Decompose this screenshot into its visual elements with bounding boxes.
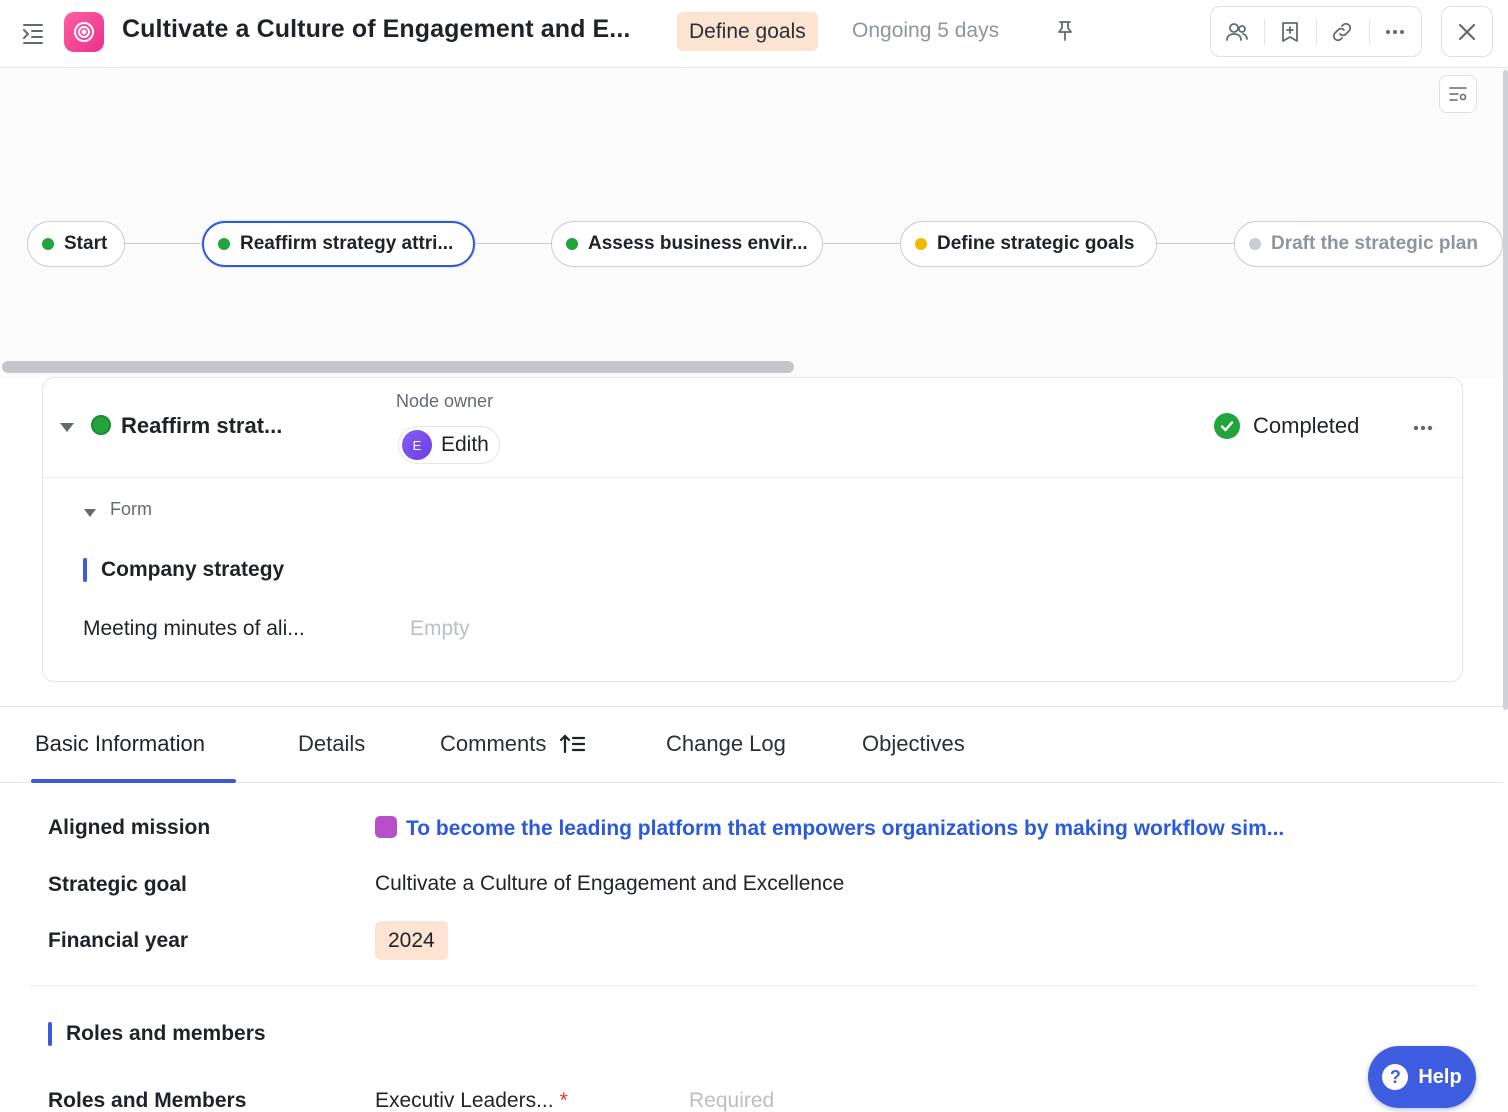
section-accent-bar [48, 1022, 52, 1046]
status-duration: Ongoing 5 days [852, 19, 1000, 42]
flow-settings-button[interactable] [1439, 75, 1477, 113]
flow-connector [1157, 243, 1235, 244]
avatar: E [402, 430, 432, 460]
flow-connector [474, 243, 552, 244]
flow-node-label: Assess business envir... [588, 233, 808, 254]
sort-icon[interactable] [560, 733, 586, 755]
status-dot [42, 238, 54, 250]
financial-year-chip: 2024 [375, 921, 448, 960]
node-detail-card: Reaffirm strat... Node owner E Edith Com… [42, 377, 1463, 682]
field-value-meeting-minutes[interactable]: Empty [410, 617, 470, 641]
help-button[interactable]: ? Help [1368, 1046, 1476, 1108]
divider [28, 985, 1477, 986]
flow-node-label: Define strategic goals [937, 233, 1135, 254]
pin-icon[interactable] [1053, 19, 1077, 43]
bookmark-add-icon[interactable] [1263, 7, 1317, 56]
aligned-mission-link[interactable]: To become the leading platform that empo… [406, 817, 1284, 840]
close-icon [1458, 23, 1476, 40]
role-members-input[interactable]: Required [689, 1089, 774, 1112]
role-executive-leaders: Executiv Leaders... * [375, 1089, 568, 1112]
form-caret-icon[interactable] [83, 505, 97, 517]
node-owner-label: Node owner [396, 391, 494, 411]
tab-comments[interactable]: Comments [440, 731, 586, 757]
roles-and-members-label: Roles and Members [48, 1089, 247, 1112]
form-label[interactable]: Form [110, 499, 152, 520]
status-dot [218, 238, 230, 250]
workflow-canvas: Start Reaffirm strategy attri... Assess … [0, 68, 1508, 378]
members-icon[interactable] [1211, 7, 1264, 56]
node-more-icon[interactable] [1406, 416, 1440, 440]
collapse-caret-icon[interactable] [59, 420, 75, 432]
flow-node-draft-plan[interactable]: Draft the strategic plan [1234, 221, 1503, 267]
collapse-sidebar-icon[interactable] [20, 20, 46, 46]
flow-node-reaffirm-strategy[interactable]: Reaffirm strategy attri... [202, 221, 475, 267]
aligned-mission-label: Aligned mission [48, 816, 211, 839]
stage-badge[interactable]: Define goals [677, 12, 818, 51]
section-title-roles-and-members: Roles and members [48, 1022, 266, 1046]
header-action-group [1210, 6, 1422, 57]
mission-color-icon [375, 816, 397, 838]
section-title-text: Company strategy [101, 558, 285, 581]
flow-connector [823, 243, 901, 244]
node-status[interactable]: Completed [1214, 413, 1359, 439]
flow-node-label: Start [64, 233, 108, 254]
node-title: Reaffirm strat... [121, 413, 283, 438]
tab-label: Details [298, 731, 366, 756]
flow-node-start[interactable]: Start [27, 221, 125, 267]
tab-details[interactable]: Details [298, 731, 365, 757]
tab-label: Change Log [666, 731, 786, 756]
required-star: * [559, 1089, 568, 1112]
section-accent-bar [83, 558, 87, 582]
flow-node-label: Draft the strategic plan [1271, 233, 1478, 254]
tab-objectives[interactable]: Objectives [862, 731, 965, 757]
flow-connector [125, 243, 203, 244]
page-header: Cultivate a Culture of Engagement and E.… [0, 0, 1508, 68]
detail-tabs: Basic Information Details Comments Chang… [0, 706, 1503, 783]
help-icon: ? [1382, 1064, 1409, 1090]
tab-label: Basic Information [35, 731, 205, 756]
vertical-scrollbar[interactable] [1503, 70, 1508, 710]
section-title-company-strategy: Company strategy [83, 558, 284, 582]
target-app-icon [64, 12, 104, 52]
flow-node-label: Reaffirm strategy attri... [240, 233, 454, 254]
tab-label: Objectives [862, 731, 965, 756]
strategic-goal-value: Cultivate a Culture of Engagement and Ex… [375, 872, 845, 895]
status-dot [1249, 238, 1261, 250]
help-label: Help [1418, 1065, 1462, 1088]
strategic-goal-label: Strategic goal [48, 873, 187, 896]
tab-label: Comments [440, 731, 547, 756]
more-icon[interactable] [1368, 7, 1422, 56]
node-owner-chip[interactable]: E Edith [398, 426, 500, 464]
role-name: Executiv Leaders... [375, 1089, 554, 1112]
node-status-label: Completed [1253, 413, 1360, 438]
node-status-dot [91, 415, 111, 435]
flow-node-assess-business[interactable]: Assess business envir... [551, 221, 823, 267]
status-dot [915, 238, 927, 250]
check-circle-icon [1214, 413, 1240, 439]
horizontal-scrollbar[interactable] [2, 361, 794, 373]
list-settings-icon [1449, 87, 1467, 101]
page-title: Cultivate a Culture of Engagement and E.… [122, 15, 631, 43]
aligned-mission-value[interactable]: To become the leading platform that empo… [375, 816, 1284, 841]
close-button[interactable] [1441, 6, 1493, 57]
link-icon[interactable] [1316, 7, 1369, 56]
flow-node-define-goals[interactable]: Define strategic goals [900, 221, 1157, 267]
tab-change-log[interactable]: Change Log [666, 731, 786, 757]
section-title-text: Roles and members [66, 1022, 266, 1045]
financial-year-label: Financial year [48, 929, 189, 952]
tab-basic-information[interactable]: Basic Information [35, 731, 205, 757]
divider [43, 477, 1462, 478]
status-dot [566, 238, 578, 250]
field-label-meeting-minutes: Meeting minutes of ali... [83, 617, 305, 640]
owner-name: Edith [441, 433, 489, 456]
active-tab-indicator [31, 779, 236, 783]
financial-year-value[interactable]: 2024 [375, 921, 448, 960]
